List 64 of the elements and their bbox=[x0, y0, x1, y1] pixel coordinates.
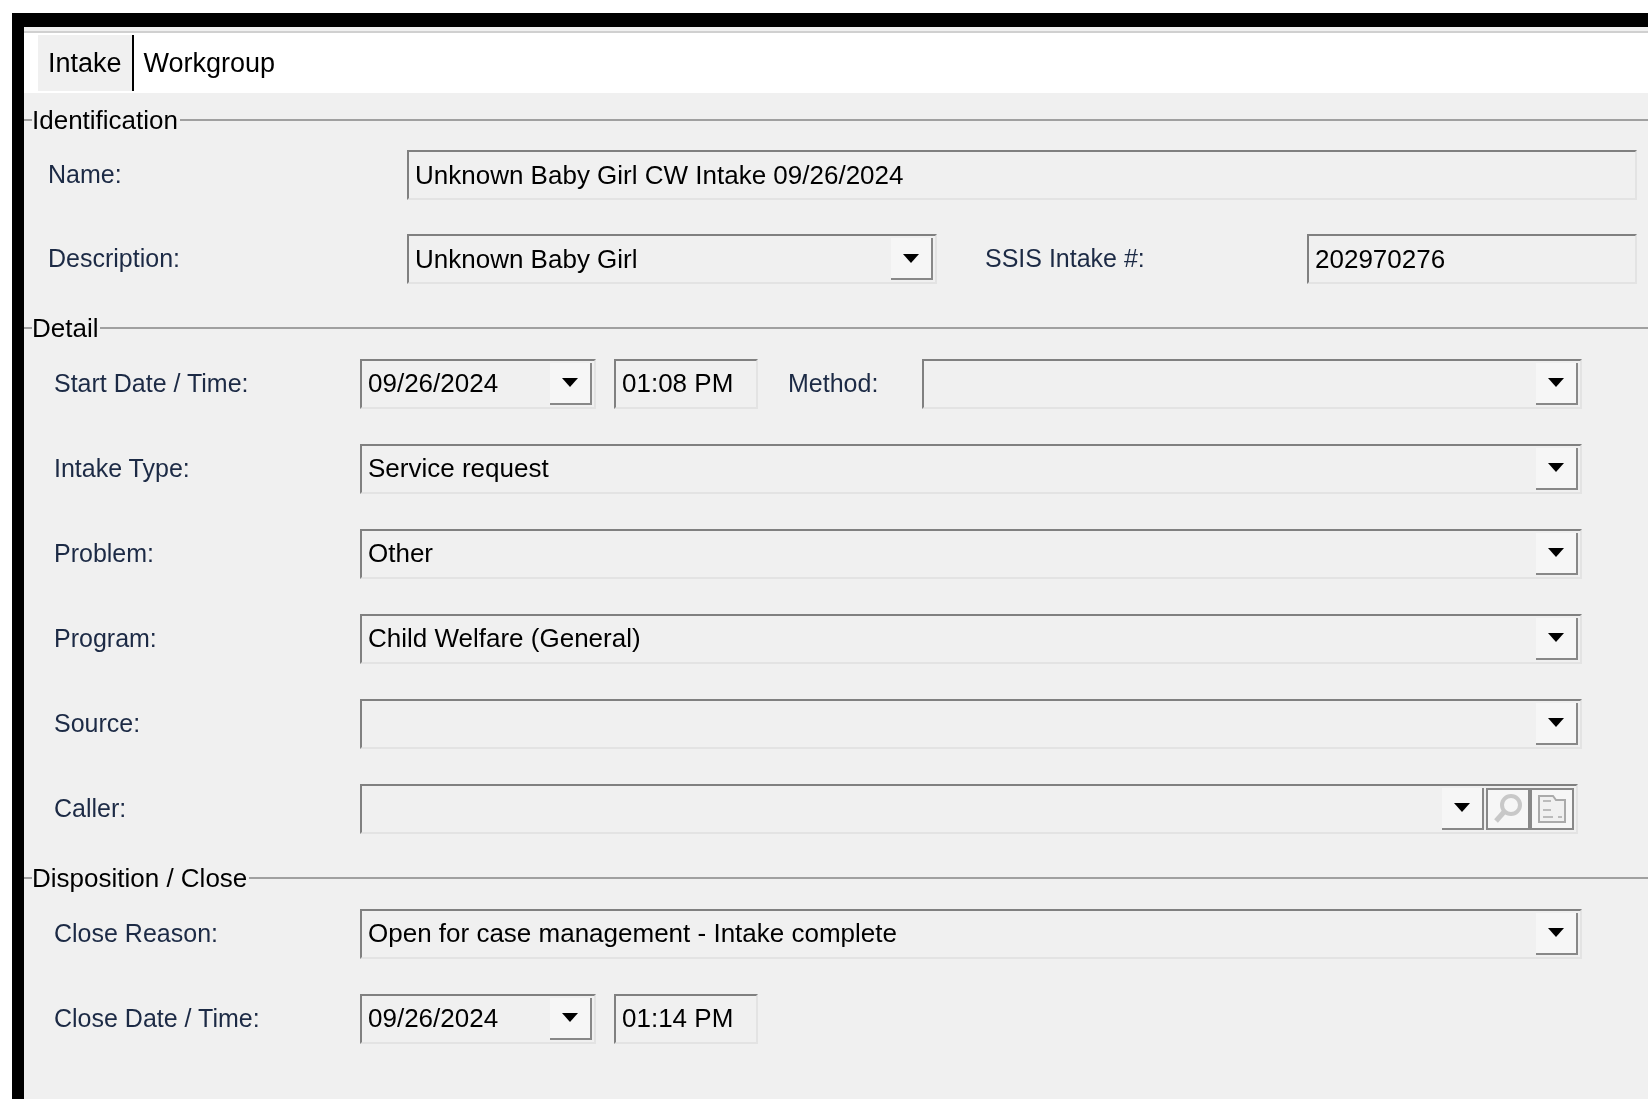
dropdown-button[interactable] bbox=[550, 997, 592, 1040]
caret-icon bbox=[1548, 928, 1564, 937]
dropdown-value: Child Welfare (General) bbox=[368, 622, 641, 655]
search-icon bbox=[1493, 792, 1523, 825]
field-label: Program: bbox=[54, 622, 158, 654]
caret-icon bbox=[903, 253, 919, 263]
field-value: 01:08 PM bbox=[622, 367, 734, 400]
caret-icon bbox=[1548, 378, 1564, 387]
dropdown-field[interactable]: Unknown Baby Girl bbox=[407, 234, 937, 284]
dropdown-button[interactable] bbox=[1536, 702, 1578, 745]
dropdown-button[interactable] bbox=[1536, 362, 1578, 405]
caret-icon bbox=[562, 378, 578, 387]
dropdown-field[interactable]: 09/26/2024 bbox=[360, 993, 596, 1044]
folder-icon bbox=[1536, 792, 1568, 825]
dropdown-value: Other bbox=[368, 537, 434, 570]
text-field[interactable]: 202970276 bbox=[1307, 234, 1637, 284]
dropdown-field[interactable] bbox=[360, 698, 1582, 749]
folder-button[interactable] bbox=[1530, 787, 1574, 830]
dropdown-value: Open for case management - Intake complete bbox=[368, 917, 897, 950]
dropdown-field[interactable]: Other bbox=[360, 528, 1582, 579]
field-label: Method: bbox=[788, 367, 880, 399]
dropdown-button[interactable] bbox=[891, 238, 933, 280]
field-label: Name: bbox=[48, 159, 123, 191]
dropdown-button[interactable] bbox=[1536, 912, 1578, 955]
caret-icon bbox=[1548, 463, 1564, 472]
dropdown-value: 09/26/2024 bbox=[368, 367, 499, 400]
field-label: SSIS Intake #: bbox=[985, 243, 1146, 275]
dropdown-value: 09/26/2024 bbox=[368, 1002, 499, 1035]
field-label: Start Date / Time: bbox=[54, 367, 250, 399]
dropdown-button[interactable] bbox=[1536, 532, 1578, 575]
field-value: 202970276 bbox=[1315, 242, 1446, 276]
field-value: Unknown Baby Girl CW Intake 09/26/2024 bbox=[415, 158, 904, 192]
field-label: Close Reason: bbox=[54, 917, 219, 949]
lookup-field[interactable] bbox=[360, 783, 1578, 834]
dropdown-field[interactable]: 09/26/2024 bbox=[360, 358, 596, 409]
field-label: Caller: bbox=[54, 792, 128, 824]
dropdown-button[interactable] bbox=[1442, 787, 1484, 830]
field-label: Source: bbox=[54, 707, 142, 739]
group-title: Identification bbox=[32, 107, 179, 133]
dropdown-value: Unknown Baby Girl bbox=[415, 242, 638, 276]
tab[interactable]: Intake bbox=[38, 35, 134, 91]
group-title: Disposition / Close bbox=[32, 865, 249, 891]
dropdown-button[interactable] bbox=[1536, 617, 1578, 660]
dropdown-value: Service request bbox=[368, 452, 549, 485]
field-label: Close Date / Time: bbox=[54, 1002, 261, 1034]
dropdown-button[interactable] bbox=[550, 362, 592, 405]
time-field[interactable]: 01:08 PM bbox=[614, 358, 758, 409]
caret-icon bbox=[1454, 803, 1470, 812]
dropdown-field[interactable]: Open for case management - Intake complete bbox=[360, 908, 1582, 959]
group-title: Detail bbox=[32, 315, 100, 341]
time-field[interactable]: 01:14 PM bbox=[614, 993, 758, 1044]
dropdown-field[interactable] bbox=[922, 358, 1582, 409]
caret-icon bbox=[562, 1013, 578, 1022]
caret-icon bbox=[1548, 633, 1564, 642]
field-label: Intake Type: bbox=[54, 452, 191, 484]
dropdown-button[interactable] bbox=[1536, 447, 1578, 490]
text-field[interactable]: Unknown Baby Girl CW Intake 09/26/2024 bbox=[407, 150, 1637, 200]
caret-icon bbox=[1548, 718, 1564, 727]
caret-icon bbox=[1548, 548, 1564, 557]
field-label: Description: bbox=[48, 243, 181, 275]
field-value: 01:14 PM bbox=[622, 1002, 734, 1035]
dropdown-field[interactable]: Child Welfare (General) bbox=[360, 613, 1582, 664]
field-label: Problem: bbox=[54, 537, 156, 569]
dropdown-field[interactable]: Service request bbox=[360, 443, 1582, 494]
